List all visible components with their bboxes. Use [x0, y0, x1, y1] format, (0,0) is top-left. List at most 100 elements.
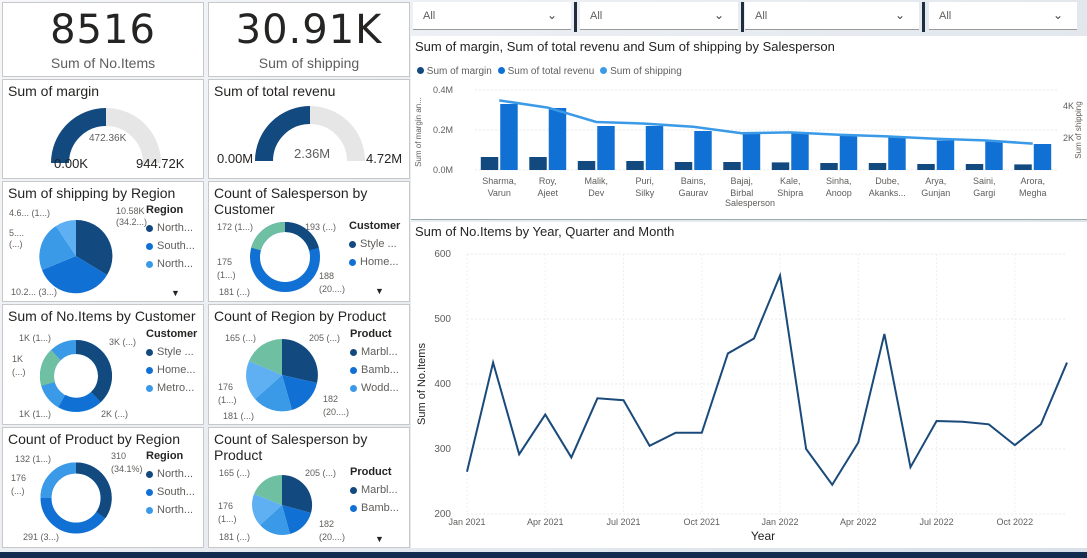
- y-tick-label: 0.4M: [433, 85, 453, 95]
- donut-data-label: 175 (1...): [217, 257, 236, 280]
- margin-bar: [1014, 164, 1032, 170]
- x-tick-label: Ajeet: [537, 188, 558, 198]
- y-tick-label: 400: [434, 379, 451, 390]
- line-chart-svg: 200300400500600Jan 2021 Apr 2021 Jul 2021 O…: [416, 249, 1068, 543]
- chevron-down-icon[interactable]: ⌄: [547, 8, 557, 22]
- line-chart-card[interactable]: Sum of No.Items by Year, Quarter and Mon…: [411, 222, 1087, 548]
- legend-item[interactable]: Bamb...: [350, 502, 399, 514]
- legend-item[interactable]: Sum of shipping: [600, 66, 682, 77]
- slicer-value: All: [423, 10, 436, 22]
- donut-data-label: 181 (...): [219, 287, 251, 297]
- x-tick-label: Silky: [635, 188, 655, 198]
- legend-item[interactable]: South...: [146, 486, 195, 498]
- x-tick-label: Apr 2021: [527, 517, 564, 527]
- legend-item[interactable]: North...: [146, 468, 195, 480]
- donut-card-items-customer[interactable]: Sum of No.Items by Customer 1K (1...) 3K…: [2, 304, 204, 425]
- donut-slice[interactable]: [58, 391, 101, 412]
- x-tick-label: Dev: [588, 188, 605, 198]
- pie-card-region-product[interactable]: Count of Region by Product 165 (...) 205…: [208, 304, 410, 425]
- pie-card-shipping-region[interactable]: Sum of shipping by Region 10.58K (34.2...…: [2, 181, 204, 302]
- x-axis-title: Year: [751, 529, 775, 543]
- x-tick-label: Jan 2021: [448, 517, 485, 527]
- revenue-bar: [742, 132, 761, 170]
- pie-legend: Region North... South... North...: [146, 204, 195, 270]
- legend-item[interactable]: Home...: [146, 364, 197, 376]
- legend-item[interactable]: Bamb...: [350, 364, 399, 376]
- pie-data-label: 205 (...): [309, 333, 341, 343]
- revenue-bar: [791, 133, 809, 170]
- legend-item[interactable]: Style ...: [146, 346, 197, 358]
- legend-item[interactable]: South...: [146, 240, 195, 252]
- y-tick-label: 0.0M: [433, 165, 453, 175]
- donut-data-label: 132 (1...): [15, 454, 52, 464]
- slicer-1[interactable]: All ⌄: [413, 2, 571, 30]
- pie-data-label: 176 (1...): [218, 501, 237, 524]
- legend-item[interactable]: Wodd...: [350, 382, 399, 394]
- y-tick-label: 0.2M: [433, 125, 453, 135]
- legend-title: Customer: [146, 328, 198, 340]
- x-tick-label: Apr 2022: [840, 517, 877, 527]
- legend-scroll-down-icon[interactable]: ▼: [375, 286, 384, 296]
- kpi-label: Sum of shipping: [258, 55, 360, 71]
- pie-data-label: 10.58K (34.2...): [116, 206, 148, 227]
- donut-data-label: 2K (...): [101, 409, 129, 419]
- slicer-divider: [574, 2, 577, 32]
- legend-item[interactable]: Sum of total revenu: [497, 66, 594, 77]
- gauge-min: 0.00K: [54, 156, 88, 171]
- legend-item[interactable]: North...: [146, 504, 195, 516]
- donut-slice[interactable]: [40, 462, 77, 499]
- donut-slice[interactable]: [75, 340, 112, 403]
- card-title: Count of Region by Product: [214, 308, 386, 324]
- combo-chart-card[interactable]: Sum of margin, Sum of total revenu and S…: [411, 36, 1087, 220]
- gauge-card-margin[interactable]: Sum of margin 472.36K 0.00K 944.72K: [2, 79, 204, 179]
- slicer-value: All: [755, 10, 768, 22]
- gauge-card-revenue[interactable]: Sum of total revenu 2.36M 0.00M 4.72M: [208, 79, 410, 179]
- donut-slice[interactable]: [75, 462, 112, 519]
- legend-item[interactable]: Sum of margin: [417, 66, 492, 77]
- donut-data-label: 188 (20....): [319, 271, 346, 294]
- card-title: Sum of margin, Sum of total revenu and S…: [415, 39, 835, 54]
- margin-bar: [529, 157, 547, 170]
- kpi-value: 8516: [50, 7, 156, 53]
- donut-slice[interactable]: [39, 349, 62, 386]
- x-tick-label: Jul 2022: [920, 517, 954, 527]
- pie-card-salesperson-product[interactable]: Count of Salesperson by Product 165 (...…: [208, 427, 410, 548]
- donut-card-salesperson-customer[interactable]: Count of Salesperson by Customer 193 (..…: [208, 181, 410, 302]
- margin-bar: [771, 162, 790, 170]
- margin-bar: [480, 157, 499, 170]
- donut-data-label: 310 (34.1%): [111, 451, 143, 474]
- slicer-4[interactable]: All ⌄: [929, 2, 1077, 30]
- x-tick-label: Arya,: [925, 176, 946, 186]
- revenue-bar: [597, 126, 615, 170]
- legend-scroll-down-icon[interactable]: ▼: [375, 534, 384, 544]
- legend-item[interactable]: Metro...: [146, 382, 197, 394]
- kpi-card-items: 8516 Sum of No.Items: [2, 2, 204, 77]
- slicer-3[interactable]: All ⌄: [745, 2, 919, 30]
- donut-card-product-region[interactable]: Count of Product by Region 132 (1...) 31…: [2, 427, 204, 548]
- legend-item[interactable]: North...: [146, 258, 195, 270]
- legend-title: Region: [146, 450, 184, 462]
- chevron-down-icon[interactable]: ⌄: [895, 8, 905, 22]
- legend-item[interactable]: Marbl...: [350, 484, 399, 496]
- gauge-max: 4.72M: [366, 151, 403, 166]
- pie-data-label: 176 (1...): [218, 382, 237, 405]
- pie-data-label: 165 (...): [225, 333, 257, 343]
- chevron-down-icon[interactable]: ⌄: [714, 8, 724, 22]
- slicer-2[interactable]: All ⌄: [580, 2, 738, 30]
- legend-item[interactable]: North...: [146, 222, 195, 234]
- chevron-down-icon[interactable]: ⌄: [1053, 8, 1063, 22]
- gauge-max: 944.72K: [136, 156, 185, 171]
- x-tick-label: Oct 2022: [997, 517, 1034, 527]
- legend-scroll-down-icon[interactable]: ▼: [171, 288, 180, 298]
- legend-item[interactable]: Home...: [349, 256, 400, 268]
- pie-data-label: 10.2... (3...): [11, 287, 58, 297]
- legend-item[interactable]: Marbl...: [350, 346, 399, 358]
- legend-item[interactable]: Style ...: [349, 238, 400, 250]
- donut-data-label: 176 (...): [11, 473, 27, 496]
- x-tick-label: Jan 2022: [762, 517, 799, 527]
- donut-data-label: 1K (1...): [19, 409, 52, 419]
- kpi-label: Sum of No.Items: [50, 55, 156, 71]
- y-axis-title: Sum of margin an...: [414, 97, 423, 167]
- slicer-divider: [741, 2, 744, 32]
- donut-slice[interactable]: [251, 221, 286, 251]
